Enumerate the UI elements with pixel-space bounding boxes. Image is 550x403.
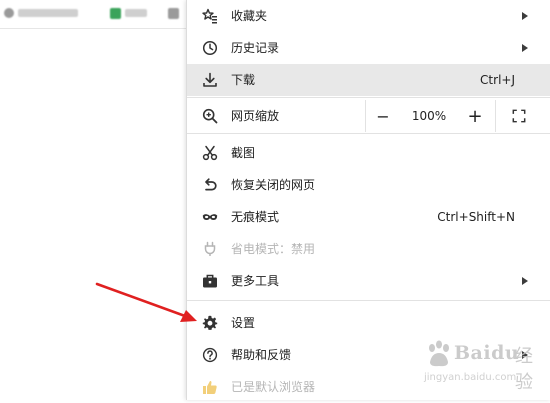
fullscreen-button[interactable] <box>505 100 533 132</box>
menu-item-incognito[interactable]: 无痕模式 Ctrl+Shift+N <box>187 201 550 233</box>
zoom-out-button[interactable]: − <box>371 100 395 132</box>
watermark-brand-zh: 经验 <box>515 346 533 393</box>
menu-item-label: 更多工具 <box>231 274 280 288</box>
bookmark-item[interactable] <box>4 6 78 20</box>
menu-item-label: 帮助和反馈 <box>231 348 292 362</box>
favicon-icon <box>4 8 14 18</box>
submenu-arrow-icon <box>522 44 528 52</box>
menu-item-label: 无痕模式 <box>231 210 280 224</box>
menu-item-label: 已是默认浏览器 <box>231 380 316 394</box>
menu-item-screenshot[interactable]: 截图 <box>187 137 550 169</box>
bookmark-item[interactable] <box>168 6 183 20</box>
zoom-divider <box>495 100 496 132</box>
gear-icon <box>202 315 218 331</box>
shortcut-text: Ctrl+J <box>480 73 515 87</box>
favicon-icon <box>110 7 121 19</box>
help-circle-icon <box>202 347 218 363</box>
zoom-in-icon <box>202 108 218 124</box>
submenu-arrow-icon <box>522 277 528 285</box>
zoom-level-value: 100% <box>411 109 447 123</box>
baidu-jingyan-watermark: Baidu 经验 jingyan.baidu.com <box>420 338 550 393</box>
menu-item-label: 截图 <box>231 146 256 160</box>
submenu-arrow-icon <box>522 12 528 20</box>
incognito-mask-icon <box>202 209 218 225</box>
undo-icon <box>202 177 218 193</box>
menu-item-label: 收藏夹 <box>231 9 268 23</box>
menu-item-label: 恢复关闭的网页 <box>231 178 316 192</box>
menu-item-label: 下载 <box>231 73 256 87</box>
menu-item-restore-closed-page[interactable]: 恢复关闭的网页 <box>187 169 550 201</box>
paw-logo-icon <box>429 340 449 367</box>
power-plug-icon <box>202 241 218 257</box>
menu-item-downloads[interactable]: 下载 Ctrl+J <box>187 64 550 96</box>
bookmark-item[interactable] <box>110 6 147 20</box>
shortcut-text: Ctrl+Shift+N <box>437 210 515 224</box>
menu-item-favorites[interactable]: 收藏夹 <box>187 0 550 32</box>
toolbox-icon <box>202 273 218 289</box>
menu-separator <box>187 97 550 98</box>
menu-separator <box>187 300 550 301</box>
menu-item-label: 历史记录 <box>231 41 280 55</box>
download-icon <box>202 72 218 88</box>
zoom-in-button[interactable]: + <box>463 100 487 132</box>
menu-item-history[interactable]: 历史记录 <box>187 32 550 64</box>
menu-item-power-saving: 省电模式：禁用 <box>187 233 550 265</box>
watermark-url: jingyan.baidu.com <box>424 372 517 383</box>
fullscreen-icon <box>512 109 526 123</box>
menu-item-zoom: 网页缩放 − 100% + <box>187 100 550 132</box>
zoom-divider <box>365 100 366 132</box>
menu-item-label: 设置 <box>231 316 256 330</box>
bookmark-label <box>125 9 147 17</box>
thumbs-up-icon <box>202 379 218 395</box>
bookmark-star-icon <box>202 8 218 24</box>
menu-item-label: 省电模式：禁用 <box>231 242 316 256</box>
menu-item-more-tools[interactable]: 更多工具 <box>187 265 550 297</box>
watermark-brand: Baidu <box>454 342 520 364</box>
menu-item-settings[interactable]: 设置 <box>187 307 550 339</box>
clock-icon <box>202 40 218 56</box>
menu-separator <box>187 133 550 134</box>
favicon-icon <box>168 7 179 19</box>
bookmark-label <box>18 9 78 17</box>
scissors-icon <box>202 145 218 161</box>
menu-item-label: 网页缩放 <box>231 109 280 123</box>
